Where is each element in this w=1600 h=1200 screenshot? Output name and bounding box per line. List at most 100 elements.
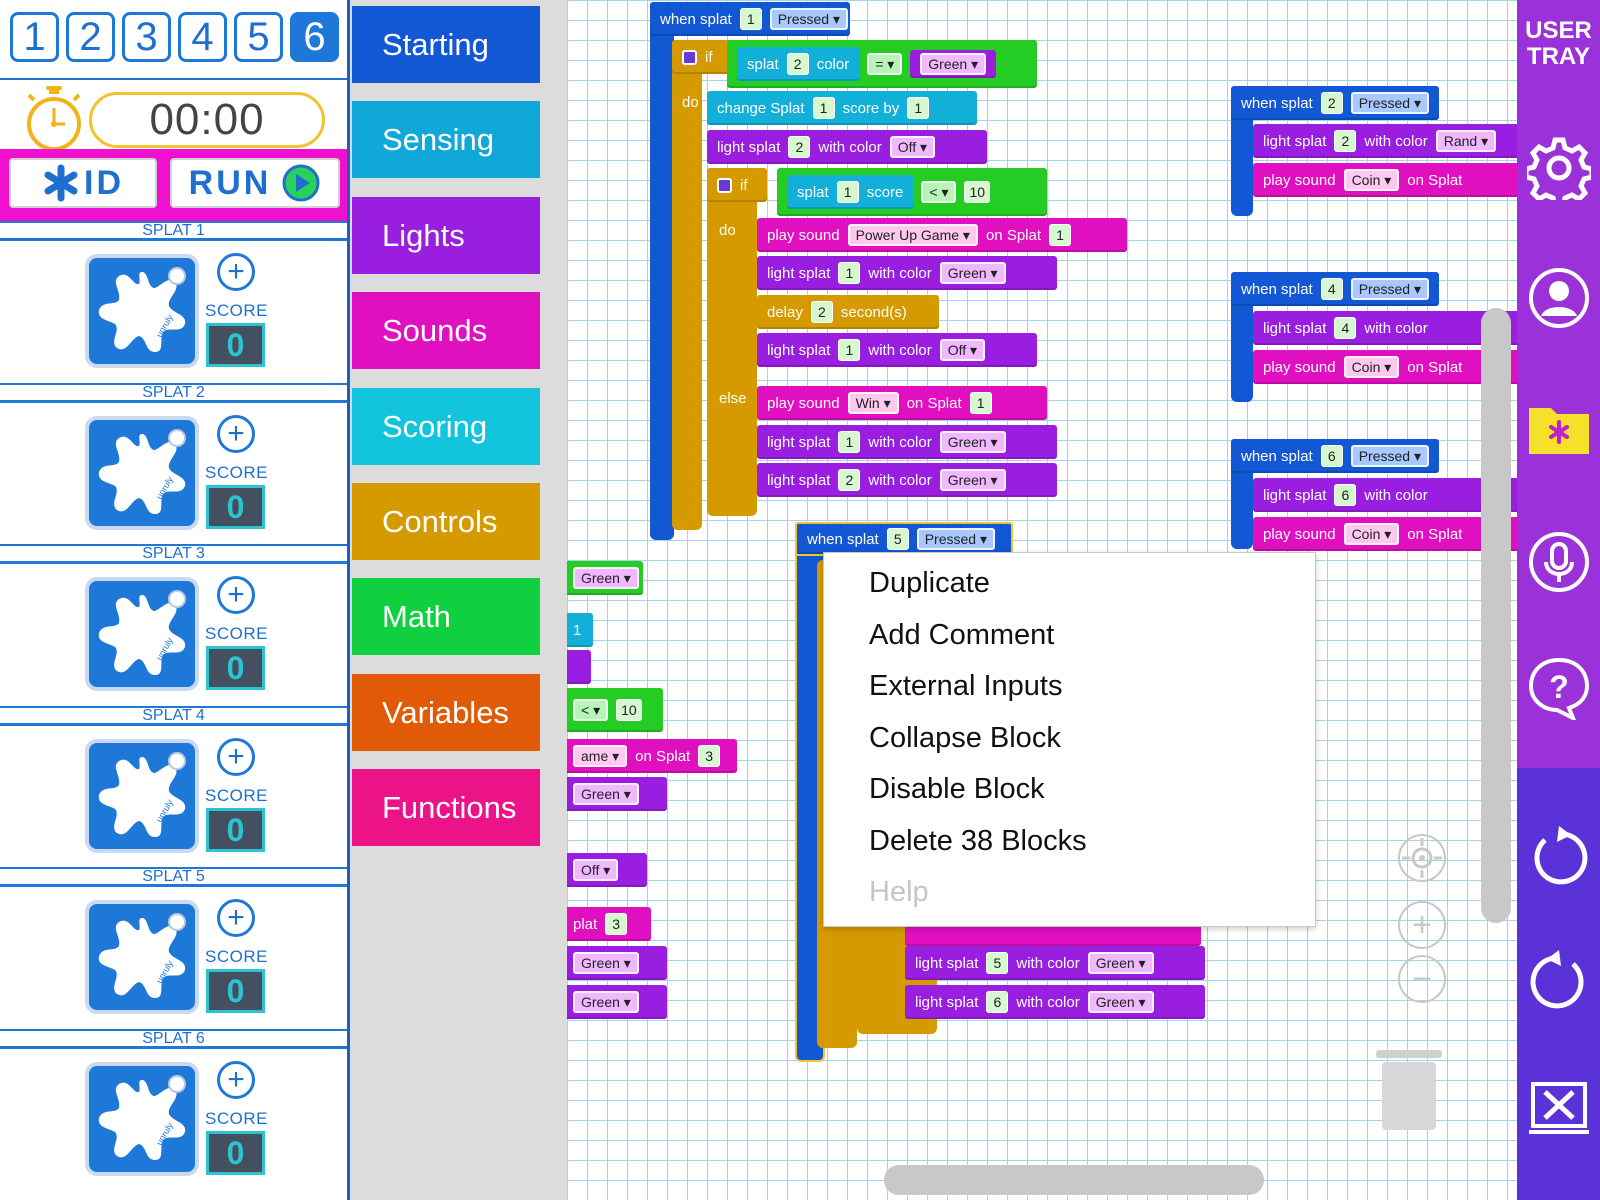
gear-icon[interactable] — [682, 49, 697, 65]
fragment-block[interactable]: Green ▾ — [567, 777, 667, 811]
event-block-when-splat-6[interactable]: when splat 6 Pressed ▾ — [1231, 439, 1439, 473]
color-dropdown[interactable]: Off ▾ — [573, 859, 619, 881]
event-block-when-splat-5[interactable]: when splat 5 Pressed ▾ — [795, 522, 1013, 556]
color-dropdown[interactable]: Green ▾ — [939, 262, 1006, 284]
undo-icon[interactable] — [1527, 826, 1591, 890]
splat-number[interactable]: 5 — [886, 528, 909, 550]
category-math[interactable]: Math — [352, 578, 540, 655]
event-block-frame[interactable] — [650, 2, 674, 540]
category-starting[interactable]: Starting — [352, 6, 540, 83]
event-dropdown[interactable]: Pressed ▾ — [1350, 278, 1429, 300]
delay-block[interactable]: delay 2 second(s) — [757, 295, 939, 329]
splat-number[interactable]: 3 — [605, 913, 628, 935]
microphone-icon[interactable] — [1527, 530, 1591, 594]
color-dropdown[interactable]: Green ▾ — [920, 53, 987, 75]
play-sound-block[interactable]: play sound Coin ▾ on Splat — [1253, 517, 1517, 551]
number-value[interactable]: 10 — [616, 699, 642, 721]
recenter-icon[interactable] — [1398, 834, 1446, 882]
menu-item-duplicate[interactable]: Duplicate — [869, 567, 990, 600]
nested-if-block[interactable]: if — [707, 168, 767, 202]
add-score-button[interactable]: + — [217, 738, 255, 776]
fragment-block[interactable]: Green ▾ — [567, 946, 667, 980]
score-amount[interactable]: 1 — [907, 97, 930, 119]
splat-number[interactable]: 1 — [838, 431, 861, 453]
event-dropdown[interactable]: Pressed ▾ — [1350, 92, 1429, 114]
zoom-in-icon[interactable]: + — [1398, 901, 1446, 949]
light-splat-block[interactable]: light splat 1 with color Green ▾ — [757, 256, 1057, 290]
splat-number[interactable]: 4 — [1334, 317, 1357, 339]
color-dropdown[interactable]: Green ▾ — [573, 783, 639, 805]
sound-dropdown[interactable]: Coin ▾ — [1343, 356, 1400, 378]
help-icon[interactable]: ? — [1527, 656, 1591, 720]
light-splat-block[interactable]: light splat 2 with color Green ▾ — [757, 463, 1057, 497]
splat-score-block[interactable]: splat 1 score — [787, 175, 914, 209]
light-splat-block[interactable]: light splat 2 with color Rand ▾ — [1253, 124, 1517, 158]
menu-item-add-comment[interactable]: Add Comment — [869, 619, 1054, 652]
menu-item-collapse-block[interactable]: Collapse Block — [869, 722, 1061, 755]
tab-1[interactable]: 1 — [10, 12, 59, 62]
splat-number[interactable]: 2 — [788, 136, 811, 158]
event-dropdown[interactable]: Pressed ▾ — [916, 528, 995, 550]
add-score-button[interactable]: + — [217, 576, 255, 614]
event-dropdown[interactable]: Pressed ▾ — [769, 8, 848, 30]
tab-5[interactable]: 5 — [234, 12, 283, 62]
gear-icon[interactable] — [1527, 136, 1591, 200]
splat-number[interactable]: 1 — [812, 97, 835, 119]
event-dropdown[interactable]: Pressed ▾ — [1350, 445, 1429, 467]
zoom-out-icon[interactable]: − — [1398, 955, 1446, 1003]
fragment-block[interactable]: < ▾ 10 — [567, 688, 663, 732]
sound-dropdown[interactable]: Win ▾ — [847, 392, 899, 414]
color-dropdown[interactable]: Rand ▾ — [1435, 130, 1497, 152]
fragment-block[interactable]: Green ▾ — [567, 561, 643, 595]
color-value-block[interactable]: Green ▾ — [910, 50, 997, 78]
splat-number[interactable]: 6 — [1334, 484, 1357, 506]
color-dropdown[interactable]: Green ▾ — [573, 952, 639, 974]
sound-dropdown[interactable]: Coin ▾ — [1343, 169, 1400, 191]
category-sounds[interactable]: Sounds — [352, 292, 540, 369]
splat-color-block[interactable]: splat 2 color — [737, 47, 860, 81]
user-icon[interactable] — [1527, 266, 1591, 330]
splat-number[interactable]: 4 — [1320, 278, 1343, 300]
splat-number[interactable]: 1 — [969, 392, 992, 414]
add-score-button[interactable]: + — [217, 1061, 255, 1099]
splat-button-image[interactable]: unruly — [85, 577, 199, 691]
operator-dropdown[interactable]: < ▾ — [573, 699, 609, 721]
compare-block[interactable]: splat 2 color = ▾ Green ▾ — [727, 40, 1037, 88]
add-score-button[interactable]: + — [217, 415, 255, 453]
tab-2[interactable]: 2 — [66, 12, 115, 62]
category-variables[interactable]: Variables — [352, 674, 540, 751]
number-value[interactable]: 10 — [964, 181, 991, 203]
color-dropdown[interactable]: Green ▾ — [939, 431, 1006, 453]
color-dropdown[interactable]: Off ▾ — [939, 339, 986, 361]
splat-number[interactable]: 2 — [1320, 92, 1343, 114]
tab-6[interactable]: 6 — [290, 12, 339, 62]
if-block-frame[interactable] — [672, 40, 702, 530]
fragment-block[interactable]: Green ▾ — [567, 985, 667, 1019]
fragment-block[interactable] — [567, 650, 591, 684]
splat-button-image[interactable]: unruly — [85, 254, 199, 368]
splat-number[interactable]: 1 — [838, 339, 861, 361]
splat-number[interactable]: 5 — [986, 952, 1009, 974]
splat-button-image[interactable]: unruly — [85, 1062, 199, 1176]
horizontal-scrollbar[interactable] — [884, 1165, 1264, 1195]
change-score-block[interactable]: change Splat 1 score by 1 — [707, 91, 977, 125]
operator-dropdown[interactable]: = ▾ — [867, 53, 903, 75]
light-splat-block[interactable]: light splat 1 with color Off ▾ — [757, 333, 1037, 367]
splat-number[interactable]: 6 — [1320, 445, 1343, 467]
splat-number[interactable]: 2 — [1334, 130, 1357, 152]
play-sound-block[interactable]: play sound Power Up Game ▾ on Splat 1 — [757, 218, 1127, 252]
play-sound-block[interactable]: play sound Coin ▾ on Splat — [1253, 163, 1517, 197]
splat-number[interactable]: 1 — [838, 262, 861, 284]
menu-item-delete-blocks[interactable]: Delete 38 Blocks — [869, 825, 1087, 858]
light-splat-block[interactable]: light splat 1 with color Green ▾ — [757, 425, 1057, 459]
score-compare-block[interactable]: splat 1 score < ▾ 10 — [777, 168, 1047, 216]
operator-dropdown[interactable]: < ▾ — [921, 181, 957, 203]
play-sound-block[interactable]: play sound Win ▾ on Splat 1 — [757, 386, 1047, 420]
light-splat-block[interactable]: light splat 6 with color Green ▾ — [905, 985, 1205, 1019]
menu-item-disable-block[interactable]: Disable Block — [869, 773, 1045, 806]
splat-number[interactable]: 3 — [698, 745, 721, 767]
splat-number[interactable]: 2 — [838, 469, 861, 491]
splat-number[interactable]: 2 — [786, 53, 809, 75]
color-dropdown[interactable]: Green ▾ — [1087, 952, 1154, 974]
splat-button-image[interactable]: unruly — [85, 900, 199, 1014]
